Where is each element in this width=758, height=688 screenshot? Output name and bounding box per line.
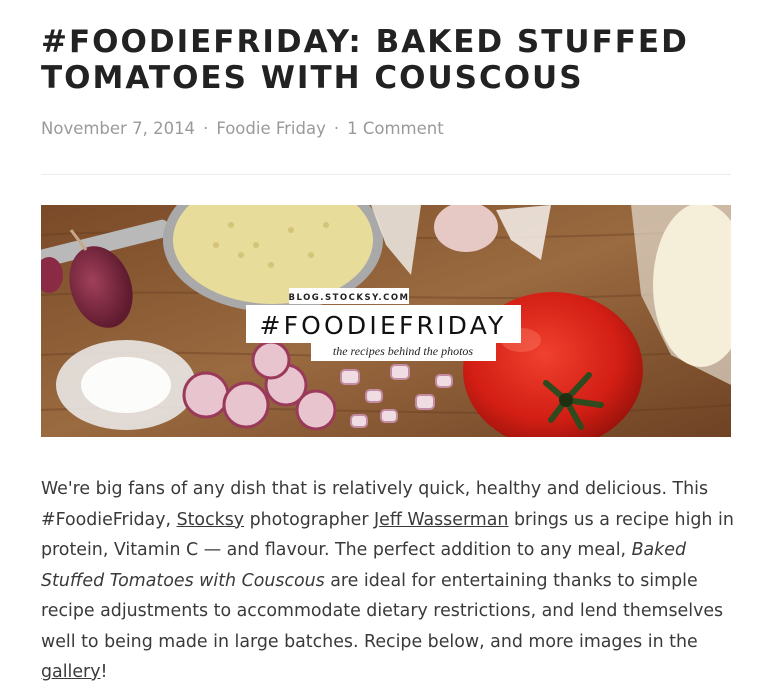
stocksy-link[interactable]: Stocksy — [177, 510, 244, 530]
hero-image: BLOG.STOCKSY.COM #FOODIEFRIDAY the recip… — [41, 205, 731, 437]
post-date-link[interactable]: November 7, 2014 — [41, 119, 195, 138]
badge-site: BLOG.STOCKSY.COM — [288, 293, 409, 303]
post-meta: November 7, 2014 · Foodie Friday · 1 Comment — [41, 119, 444, 138]
badge-tagline: the recipes behind the photos — [333, 344, 474, 358]
gallery-link[interactable]: gallery — [41, 662, 101, 682]
category-link[interactable]: Foodie Friday — [216, 119, 326, 138]
comments-link[interactable]: 1 Comment — [347, 119, 444, 138]
meta-separator: · — [203, 119, 209, 138]
intro-text-2: photographer — [244, 509, 375, 530]
badge-title: #FOODIEFRIDAY — [259, 311, 506, 340]
meta-separator: · — [333, 119, 340, 138]
post-intro: We're big fans of any dish that is relat… — [41, 474, 741, 688]
divider — [41, 174, 731, 175]
salt — [56, 340, 196, 430]
post-title: #FOODIEFRIDAY: BAKED STUFFED TOMATOES WI… — [41, 24, 689, 96]
intro-text-5: ! — [100, 662, 108, 682]
photographer-link[interactable]: Jeff Wasserman — [374, 510, 508, 530]
